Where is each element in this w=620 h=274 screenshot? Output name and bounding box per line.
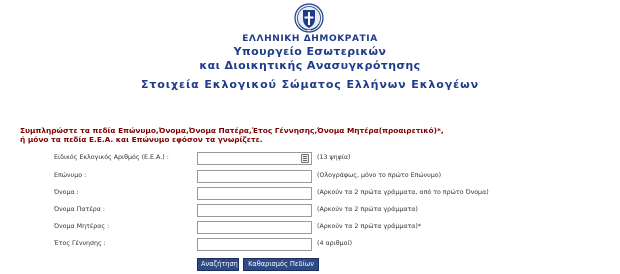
form-row-eea: Ειδικός Εκλογικός Αριθμός (Ε.Ε.Α.) : (13… — [0, 152, 620, 168]
father-name-input[interactable] — [197, 204, 312, 217]
form-instructions: Συμπληρώστε τα πεδία Επώνυμο,Όνομα,Όνομα… — [20, 126, 600, 144]
instructions-line-2: ή μόνο τα πεδία Ε.Ε.Α. και Επώνυμο εφόσο… — [20, 135, 263, 144]
first-name-input[interactable] — [197, 187, 312, 200]
mother-name-input[interactable] — [197, 221, 312, 234]
eea-hint: (13 ψηφία) — [317, 154, 351, 161]
ministry-title-line-1: Υπουργείο Εσωτερικών — [233, 45, 387, 58]
ministry-title-line-2: και Διοικητικής Ανασυγκρότησης — [199, 59, 421, 72]
first-name-label: Όνομα : — [54, 189, 79, 196]
surname-hint: (Ολογράφως, μόνο το πρώτο Επώνυμο) — [317, 172, 442, 179]
form-row-birth-year: Έτος Γέννησης : (4 αριθμοί) — [0, 238, 620, 254]
greek-coat-of-arms-icon — [294, 3, 324, 33]
surname-label: Επώνυμο : — [54, 172, 87, 179]
father-name-label: Όνομα Πατέρα : — [54, 206, 105, 213]
father-name-hint: (Αρκούν τα 2 πρώτα γράμματα) — [317, 206, 418, 213]
eea-label: Ειδικός Εκλογικός Αριθμός (Ε.Ε.Α.) : — [54, 154, 169, 161]
mother-name-hint: (Αρκούν τα 2 πρώτα γράμματα)* — [317, 223, 422, 230]
search-button[interactable]: Αναζήτηση — [197, 258, 239, 271]
form-row-surname: Επώνυμο : (Ολογράφως, μόνο το πρώτο Επών… — [0, 170, 620, 186]
eea-input[interactable] — [197, 152, 312, 165]
first-name-hint: (Αρκούν τα 2 πρώτα γράμματα, από το πρώτ… — [317, 189, 489, 196]
mother-name-label: Όνομα Μητέρας : — [54, 223, 110, 230]
surname-input[interactable] — [197, 170, 312, 183]
virtual-keyboard-icon[interactable] — [301, 154, 309, 163]
form-row-father-name: Όνομα Πατέρα : (Αρκούν τα 2 πρώτα γράμμα… — [0, 204, 620, 220]
country-title: ΕΛΛΗΝΙΚΗ ΔΗΜΟΚΡΑΤΙΑ — [242, 34, 378, 44]
ministry-title: Υπουργείο Εσωτερικών και Διοικητικής Ανα… — [0, 45, 620, 73]
clear-fields-button[interactable]: Καθαρισμός Πεδίων — [243, 258, 319, 271]
birth-year-hint: (4 αριθμοί) — [317, 240, 353, 247]
birth-year-input[interactable] — [197, 238, 312, 251]
form-row-mother-name: Όνομα Μητέρας : (Αρκούν τα 2 πρώτα γράμμ… — [0, 221, 620, 237]
form-row-first-name: Όνομα : (Αρκούν τα 2 πρώτα γράμματα, από… — [0, 187, 620, 203]
birth-year-label: Έτος Γέννησης : — [54, 240, 106, 247]
page-title: Στοιχεία Εκλογικού Σώματος Ελλήνων Εκλογ… — [140, 78, 480, 91]
instructions-line-1: Συμπληρώστε τα πεδία Επώνυμο,Όνομα,Όνομα… — [20, 126, 444, 135]
